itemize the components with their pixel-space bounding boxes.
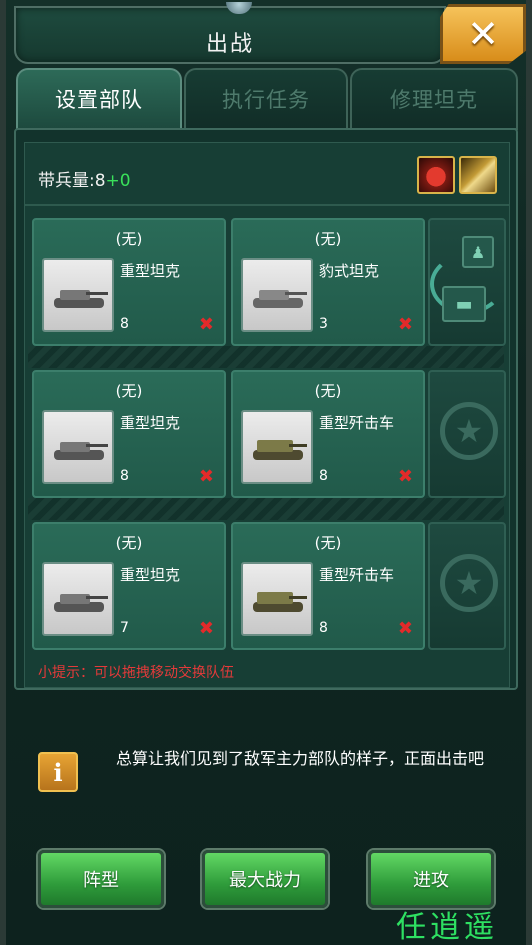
divider: [24, 204, 510, 206]
tank-portrait: [241, 410, 313, 484]
window-title: 出战: [205, 32, 254, 57]
unit-name: 重型坦克: [120, 566, 181, 584]
tank-icon: [54, 594, 108, 612]
unit-name: 重型歼击车: [319, 414, 395, 432]
potion-buff-icon[interactable]: [417, 156, 455, 194]
formation-button[interactable]: 阵型: [38, 850, 164, 908]
tab-label: 设置部队: [55, 88, 143, 112]
star-icon: ★: [440, 402, 498, 460]
row-separator: [28, 346, 504, 368]
remove-unit-button[interactable]: ✖: [199, 620, 214, 638]
remove-unit-button[interactable]: ✖: [199, 468, 214, 486]
tab-execute-mission[interactable]: 执行任务: [184, 68, 348, 130]
unit-count: 7: [120, 620, 129, 636]
unit-slot[interactable]: (无) 豹式坦克 3 ✖: [231, 218, 425, 346]
troop-bonus: +0: [105, 171, 131, 191]
row-separator: [28, 498, 504, 520]
troop-capacity-label: 带兵量:8: [38, 171, 106, 191]
info-icon: i: [38, 752, 78, 792]
shell-buff-icon[interactable]: [459, 156, 497, 194]
tank-icon: [54, 290, 108, 308]
tank-portrait: [241, 258, 313, 332]
unit-count: 8: [120, 468, 129, 484]
general-label: (无): [115, 382, 143, 400]
tab-label: 修理坦克: [390, 88, 478, 112]
close-icon: ✕: [467, 12, 499, 56]
unit-slot[interactable]: (无) 重型坦克 7 ✖: [32, 522, 226, 650]
tab-label: 执行任务: [222, 88, 310, 112]
unit-count: 8: [319, 620, 328, 636]
unit-count: 8: [120, 316, 129, 332]
remove-unit-button[interactable]: ✖: [398, 468, 413, 486]
unit-name: 豹式坦克: [319, 262, 380, 280]
tank-destroyer-icon: [253, 440, 307, 460]
tab-repair-tanks[interactable]: 修理坦克: [350, 68, 518, 130]
unit-slot[interactable]: (无) 重型歼击车 8 ✖: [231, 522, 425, 650]
unit-count: 8: [319, 468, 328, 484]
unit-name: 重型歼击车: [319, 566, 395, 584]
unit-slot[interactable]: (无) 重型坦克 8 ✖: [32, 370, 226, 498]
tank-icon: [54, 442, 108, 460]
mission-briefing: 总算让我们见到了敌军主力部队的样子，正面出击吧: [116, 749, 485, 768]
general-label: (无): [314, 382, 342, 400]
max-power-button[interactable]: 最大战力: [202, 850, 328, 908]
remove-unit-button[interactable]: ✖: [398, 316, 413, 334]
tank-icon: [253, 290, 307, 308]
title-bar: 出战: [14, 2, 446, 64]
tank-destroyer-icon: [253, 592, 307, 612]
tank-swap-icon[interactable]: ▬: [442, 286, 486, 322]
unit-name: 重型坦克: [120, 262, 181, 280]
close-button[interactable]: ✕: [440, 4, 526, 64]
remove-unit-button[interactable]: ✖: [199, 316, 214, 334]
watermark-logo: 任逍遥: [396, 910, 498, 945]
remove-unit-button[interactable]: ✖: [398, 620, 413, 638]
troop-capacity: 带兵量:8+0: [38, 166, 131, 191]
tank-portrait: [42, 562, 114, 636]
tank-portrait: [42, 258, 114, 332]
general-label: (无): [115, 230, 143, 248]
attack-button[interactable]: 进攻: [368, 850, 494, 908]
locked-slot: ★: [428, 370, 506, 498]
general-swap-icon[interactable]: ♟: [462, 236, 494, 268]
general-label: (无): [314, 230, 342, 248]
tank-portrait: [241, 562, 313, 636]
locked-slot: ★: [428, 522, 506, 650]
unit-slot[interactable]: (无) 重型歼击车 8 ✖: [231, 370, 425, 498]
general-label: (无): [115, 534, 143, 552]
unit-name: 重型坦克: [120, 414, 181, 432]
drag-hint: 小提示：可以拖拽移动交换队伍: [38, 665, 234, 681]
unit-slot[interactable]: (无) 重型坦克 8 ✖: [32, 218, 226, 346]
star-icon: ★: [440, 554, 498, 612]
title-gem-ornament: [226, 2, 252, 14]
general-label: (无): [314, 534, 342, 552]
tank-portrait: [42, 410, 114, 484]
unit-count: 3: [319, 316, 328, 332]
tab-setup-troops[interactable]: 设置部队: [16, 68, 182, 130]
